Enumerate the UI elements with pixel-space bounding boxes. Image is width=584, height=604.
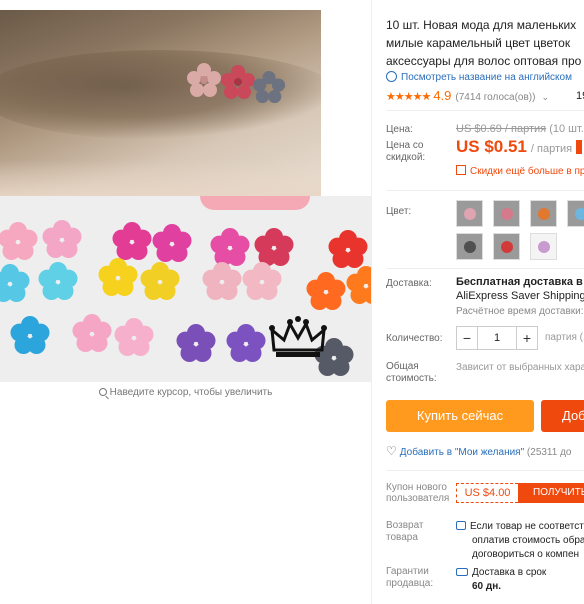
return-line1: Если товар не соответст bbox=[470, 521, 584, 532]
zoom-hint: Наведите курсор, чтобы увеличить bbox=[0, 387, 371, 398]
return-label: Возврат товара bbox=[386, 520, 424, 543]
discount-price-unit: / партия bbox=[530, 143, 573, 155]
orders-count: 19 bbox=[576, 90, 584, 102]
seller-guarantee-label: Гарантии продавца: bbox=[386, 566, 434, 589]
product-info-panel: 10 шт. Новая мода для маленьких милые ка… bbox=[371, 0, 584, 604]
wishlist-label: Добавить в "Мои желания" bbox=[399, 447, 525, 458]
add-to-wishlist-link[interactable]: ♡ Добавить в "Мои желания" (25311 до bbox=[386, 444, 572, 458]
seller-guarantee: Доставка в срок 60 дн. bbox=[456, 566, 546, 594]
skin-shading bbox=[0, 160, 321, 196]
divider bbox=[386, 110, 584, 111]
delivery-time: Расчётное время доставки: bbox=[456, 306, 584, 317]
return-policy: Если товар не соответст оплатив стоимост… bbox=[456, 520, 584, 562]
quantity-unit: партия (10 bbox=[545, 332, 584, 343]
total-cost-note: Зависит от выбранных хара bbox=[456, 362, 584, 373]
color-swatch-orange[interactable] bbox=[530, 200, 557, 227]
product-title-line2: милые карамельный цвет цветок bbox=[386, 36, 571, 50]
quantity-minus-button[interactable]: − bbox=[457, 327, 477, 349]
wishlist-count: (25311 до bbox=[526, 447, 572, 458]
magnifier-icon bbox=[98, 388, 107, 396]
hair-clip-gray bbox=[252, 70, 286, 104]
divider bbox=[386, 470, 584, 471]
return-line3: договориться о компен bbox=[472, 549, 580, 560]
votes-count: (7414 голоса(ов)) bbox=[455, 92, 536, 103]
flower-icon bbox=[575, 208, 584, 220]
rating-value: 4.9 bbox=[433, 88, 452, 103]
divider bbox=[386, 190, 584, 191]
rating-summary[interactable]: ★★★★★ 4.9 (7414 голоса(ов)) ⌄ bbox=[386, 88, 549, 103]
delivery-service: AliExpress Saver Shipping bbox=[456, 290, 584, 302]
more-discounts-link[interactable]: Скидки ещё больше в пр bbox=[456, 165, 584, 177]
free-delivery-text[interactable]: Бесплатная доставка в Ru bbox=[456, 276, 584, 288]
heart-icon: ♡ bbox=[386, 444, 397, 458]
old-price-pack: (10 шт. / bbox=[549, 123, 584, 135]
color-swatch-red[interactable] bbox=[493, 233, 520, 260]
product-title: 10 шт. Новая мода для маленьких милые ка… bbox=[386, 16, 584, 70]
guarantee-line1: Доставка в срок bbox=[472, 567, 547, 578]
guarantee-line2: 60 дн. bbox=[472, 581, 502, 592]
color-swatch-rose[interactable] bbox=[493, 200, 520, 227]
quantity-plus-button[interactable]: + bbox=[517, 327, 537, 349]
color-swatch-mixed[interactable] bbox=[530, 233, 557, 260]
flower-icon bbox=[538, 241, 550, 253]
flower-icon bbox=[538, 208, 550, 220]
qr-code-icon bbox=[456, 165, 466, 175]
old-price-value: US $0.69 / партия bbox=[456, 123, 547, 135]
color-swatch-gray[interactable] bbox=[456, 233, 483, 260]
quantity-stepper: − 1 + bbox=[456, 326, 538, 350]
translate-icon bbox=[386, 71, 397, 82]
color-label: Цвет: bbox=[386, 206, 412, 217]
new-user-coupon-label: Купон нового пользователя bbox=[386, 482, 450, 504]
discount-badge bbox=[576, 140, 583, 154]
discount-price-label: Цена со скидкой: bbox=[386, 140, 426, 163]
image-gallery[interactable]: Наведите курсор, чтобы увеличить bbox=[0, 0, 371, 604]
crown-watermark-icon bbox=[269, 316, 327, 357]
get-coupon-button[interactable]: ПОЛУЧИТЬ bbox=[518, 483, 584, 503]
translate-title-link[interactable]: Посмотреть название на английском bbox=[386, 71, 572, 83]
product-photo-clips[interactable] bbox=[0, 196, 371, 382]
rating-stars-icon: ★★★★★ bbox=[386, 91, 431, 103]
color-swatch-blue[interactable] bbox=[567, 200, 584, 227]
flower-icon bbox=[464, 241, 476, 253]
hair-clip-red bbox=[221, 65, 255, 99]
old-price: US $0.69 / партия (10 шт. / bbox=[456, 123, 584, 135]
price-label: Цена: bbox=[386, 124, 413, 135]
quantity-input[interactable]: 1 bbox=[477, 327, 517, 349]
truck-icon bbox=[456, 568, 468, 576]
delivery-label: Доставка: bbox=[386, 278, 432, 289]
chevron-down-icon: ⌄ bbox=[541, 92, 550, 102]
hair-clip-pink bbox=[187, 63, 221, 97]
add-to-cart-button[interactable]: Доб bbox=[541, 400, 584, 432]
buy-now-button[interactable]: Купить сейчас bbox=[386, 400, 534, 432]
more-discounts-text: Скидки ещё больше в пр bbox=[470, 166, 584, 177]
coupon-amount: US $4.00 bbox=[456, 483, 518, 503]
quantity-label: Количество: bbox=[386, 333, 443, 344]
product-photo-hair[interactable] bbox=[0, 10, 321, 196]
discount-price-value: US $0.51 bbox=[456, 137, 527, 156]
product-title-line3: аксессуары для волос оптовая про bbox=[386, 54, 582, 68]
discount-price: US $0.51/ партия bbox=[456, 137, 583, 157]
return-icon bbox=[456, 521, 466, 530]
flower-icon bbox=[501, 241, 513, 253]
total-cost-label: Общая стоимость: bbox=[386, 361, 437, 384]
color-swatch-pink[interactable] bbox=[456, 200, 483, 227]
product-title-line1: 10 шт. Новая мода для маленьких bbox=[386, 18, 577, 32]
zoom-hint-text: Наведите курсор, чтобы увеличить bbox=[109, 387, 273, 398]
divider bbox=[386, 268, 584, 269]
flower-icon bbox=[464, 208, 476, 220]
translate-link-text: Посмотреть название на английском bbox=[401, 72, 572, 83]
return-line2: оплатив стоимость обра bbox=[472, 535, 584, 546]
flower-icon bbox=[501, 208, 513, 220]
